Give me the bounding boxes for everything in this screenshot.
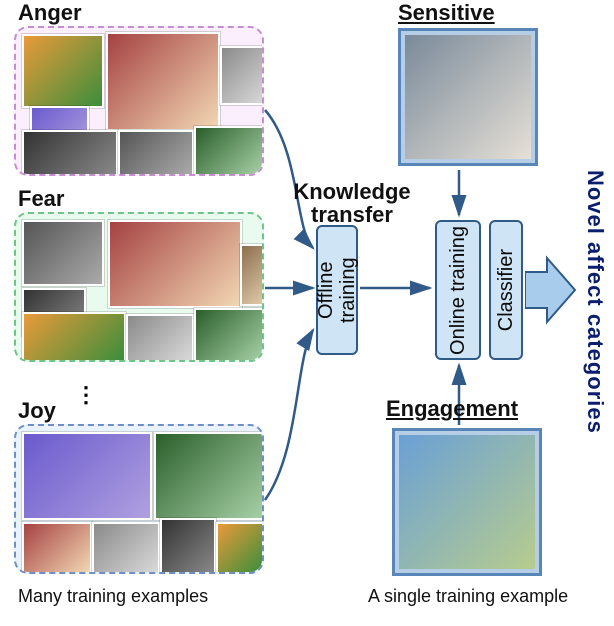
single-label-sensitive: Sensitive xyxy=(398,0,495,26)
single-label-engagement: Engagement xyxy=(386,396,518,422)
single-photo-sensitive xyxy=(405,35,531,159)
classifier-label: Classifier xyxy=(495,249,517,331)
output-arrow-icon xyxy=(525,250,585,330)
single-box-engagement xyxy=(392,428,542,576)
caption-single-example: A single training example xyxy=(368,586,568,607)
knowledge-transfer-line1: Knowledge xyxy=(293,179,410,204)
classifier-box: Classifier xyxy=(489,220,523,360)
online-training-label: Online training xyxy=(447,226,469,355)
single-box-sensitive xyxy=(398,28,538,166)
knowledge-transfer-label: Knowledge transfer xyxy=(282,180,422,226)
knowledge-transfer-line2: transfer xyxy=(311,202,393,227)
online-training-box: Online training xyxy=(435,220,481,360)
single-photo-engagement xyxy=(399,435,535,569)
offline-training-label: Offline training xyxy=(315,227,359,353)
offline-training-box: Offline training xyxy=(316,225,358,355)
output-label: Novel affect categories xyxy=(582,170,608,434)
